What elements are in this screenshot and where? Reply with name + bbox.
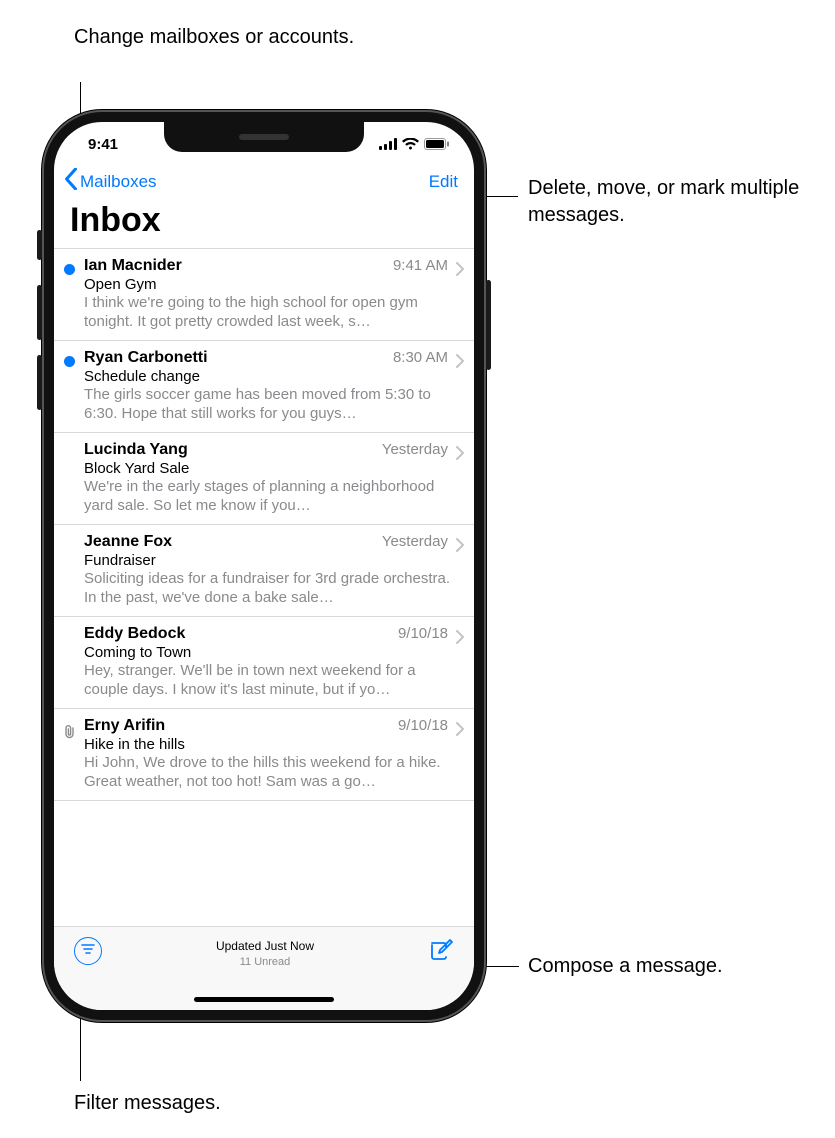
home-indicator [194, 997, 334, 1002]
back-label: Mailboxes [80, 172, 157, 192]
unread-dot-icon [64, 264, 75, 275]
message-subject: Coming to Town [84, 644, 452, 661]
chevron-right-icon [456, 262, 464, 281]
callout-compose: Compose a message. [528, 953, 723, 980]
message-row[interactable]: Lucinda YangYesterday Block Yard SaleWe'r… [54, 433, 474, 525]
row-body: Eddy Bedock9/10/18 Coming to TownHey, str… [84, 625, 456, 700]
chevron-left-icon [64, 168, 78, 195]
message-preview: We're in the early stages of planning a … [84, 478, 452, 516]
attachment-icon [63, 724, 76, 792]
message-preview: Hey, stranger. We'll be in town next wee… [84, 662, 452, 700]
toolbar-unread-line: 11 Unread [216, 955, 314, 969]
compose-icon [428, 950, 454, 967]
message-subject: Schedule change [84, 368, 452, 385]
chevron-right-icon [456, 446, 464, 465]
row-gutter [54, 717, 84, 792]
row-body: Jeanne FoxYesterday FundraiserSoliciting … [84, 533, 456, 608]
message-time: 9/10/18 [398, 625, 448, 642]
row-gutter [54, 625, 84, 700]
phone-frame: 9:41 Mailboxes Edit [42, 110, 486, 1022]
row-body: Lucinda YangYesterday Block Yard SaleWe'r… [84, 441, 456, 516]
callout-filter: Filter messages. [74, 1090, 221, 1117]
message-row[interactable]: Eddy Bedock9/10/18 Coming to TownHey, str… [54, 617, 474, 709]
message-row[interactable]: Ian Macnider9:41 AM Open GymI think we're… [54, 249, 474, 341]
message-preview: Soliciting ideas for a fundraiser for 3r… [84, 570, 452, 608]
status-time: 9:41 [78, 136, 118, 153]
message-sender: Ryan Carbonetti [84, 349, 393, 367]
message-row[interactable]: Jeanne FoxYesterday FundraiserSoliciting … [54, 525, 474, 617]
row-body: Ryan Carbonetti8:30 AM Schedule changeThe… [84, 349, 456, 424]
notch [164, 122, 364, 152]
mailboxes-back-button[interactable]: Mailboxes [64, 168, 157, 195]
message-row[interactable]: Erny Arifin9/10/18 Hike in the hillsHi Jo… [54, 709, 474, 801]
unread-dot-icon [64, 356, 75, 367]
message-subject: Block Yard Sale [84, 460, 452, 477]
row-gutter [54, 257, 84, 332]
message-sender: Jeanne Fox [84, 533, 382, 551]
cellular-icon [379, 138, 397, 150]
message-subject: Open Gym [84, 276, 452, 293]
edit-button[interactable]: Edit [429, 172, 458, 192]
row-body: Ian Macnider9:41 AM Open GymI think we're… [84, 257, 456, 332]
message-preview: Hi John, We drove to the hills this week… [84, 754, 452, 792]
toolbar-status: Updated Just Now 11 Unread [216, 937, 314, 969]
row-gutter [54, 533, 84, 608]
message-preview: I think we're going to the high school f… [84, 294, 452, 332]
battery-icon [424, 138, 450, 150]
message-sender: Erny Arifin [84, 717, 398, 735]
page-title: Inbox [54, 201, 474, 248]
message-time: 9:41 AM [393, 257, 448, 274]
message-row[interactable]: Ryan Carbonetti8:30 AM Schedule changeThe… [54, 341, 474, 433]
compose-button[interactable] [428, 937, 454, 968]
row-body: Erny Arifin9/10/18 Hike in the hillsHi Jo… [84, 717, 456, 792]
filter-icon [81, 942, 95, 960]
nav-bar: Mailboxes Edit [54, 166, 474, 201]
callout-edit: Delete, move, or mark multiple messages. [528, 175, 818, 229]
chevron-right-icon [456, 722, 464, 741]
screen: 9:41 Mailboxes Edit [54, 122, 474, 1010]
row-gutter [54, 441, 84, 516]
message-time: 9/10/18 [398, 717, 448, 734]
callout-mailboxes: Change mailboxes or accounts. [74, 24, 354, 51]
chevron-right-icon [456, 538, 464, 557]
chevron-right-icon [456, 354, 464, 373]
message-subject: Fundraiser [84, 552, 452, 569]
message-time: Yesterday [382, 441, 448, 458]
row-gutter [54, 349, 84, 424]
message-time: Yesterday [382, 533, 448, 550]
message-subject: Hike in the hills [84, 736, 452, 753]
wifi-icon [402, 138, 419, 150]
filter-button[interactable] [74, 937, 102, 965]
message-sender: Lucinda Yang [84, 441, 382, 459]
message-list: Ian Macnider9:41 AM Open GymI think we're… [54, 248, 474, 801]
message-time: 8:30 AM [393, 349, 448, 366]
chevron-right-icon [456, 630, 464, 649]
message-sender: Ian Macnider [84, 257, 393, 275]
message-sender: Eddy Bedock [84, 625, 398, 643]
toolbar-status-line: Updated Just Now [216, 939, 314, 955]
message-preview: The girls soccer game has been moved fro… [84, 386, 452, 424]
